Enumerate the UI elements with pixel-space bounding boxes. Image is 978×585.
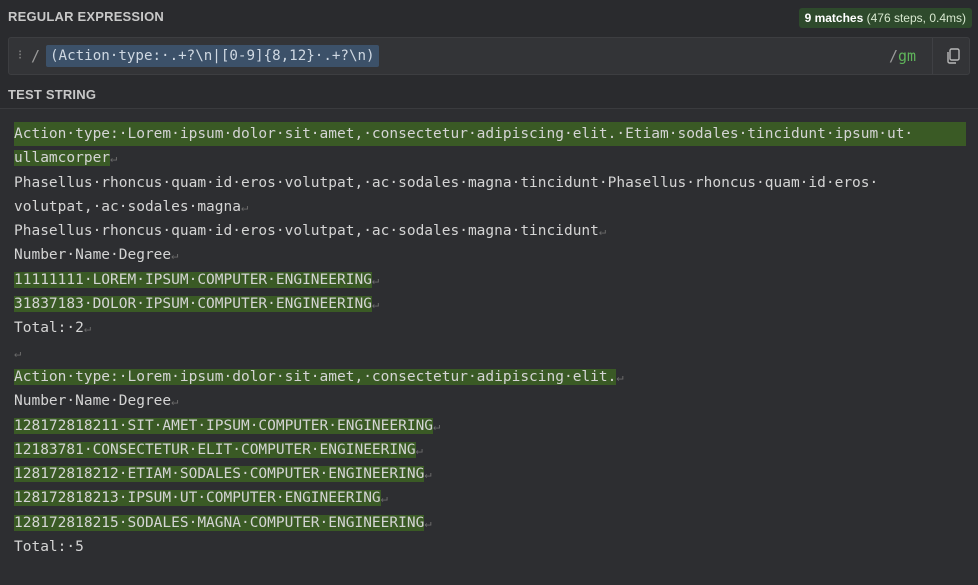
test-string-line: ullamcorper↵: [14, 146, 970, 170]
test-string-line: Total:·2↵: [14, 316, 970, 340]
regex-input-bar[interactable]: ⁝ / (Action·type:·.+?\n|[0-9]{8,12}·.+?\…: [8, 37, 970, 75]
test-string-line: Number·Name·Degree↵: [14, 389, 970, 413]
match-info-badge: 9 matches (476 steps, 0.4ms): [798, 8, 972, 28]
copy-icon[interactable]: [943, 46, 963, 66]
match-highlight: 12183781·CONSECTETUR·ELIT·COMPUTER·ENGIN…: [14, 441, 416, 458]
test-string-line: 128172818211·SIT·AMET·IPSUM·COMPUTER·ENG…: [14, 414, 970, 438]
regex-expression-input[interactable]: (Action·type:·.+?\n|[0-9]{8,12}·.+?\n): [46, 45, 379, 67]
match-count: 9 matches: [804, 11, 864, 25]
test-string-line: Phasellus·rhoncus·quam·id·eros·volutpat,…: [14, 171, 970, 195]
line-text: Total:·5: [14, 539, 84, 556]
test-string-line: volutpat,·ac·sodales·magna↵: [14, 195, 970, 219]
match-highlight: 31837183·DOLOR·IPSUM·COMPUTER·ENGINEERIN…: [14, 296, 372, 313]
test-string-lines: Action·type:·Lorem·ipsum·dolor·sit·amet,…: [14, 122, 970, 559]
test-string-line: 128172818213·IPSUM·UT·COMPUTER·ENGINEERI…: [14, 486, 970, 510]
match-highlight: 128172818213·IPSUM·UT·COMPUTER·ENGINEERI…: [14, 490, 381, 507]
line-break-icon: ↵: [380, 491, 388, 506]
test-string-editor[interactable]: Action·type:·Lorem·ipsum·dolor·sit·amet,…: [0, 108, 978, 585]
match-details: (476 steps, 0.4ms): [866, 11, 966, 25]
test-string-section-label: TEST STRING: [8, 87, 97, 102]
regex-delimiter-close: /: [889, 47, 899, 65]
line-break-icon: ↵: [415, 442, 423, 457]
test-string-line: 128172818215·SODALES·MAGNA·COMPUTER·ENGI…: [14, 511, 970, 535]
line-break-icon: ↵: [371, 272, 380, 287]
drag-handle-icon[interactable]: ⁝: [18, 48, 22, 63]
regex-bar-divider: [932, 38, 933, 74]
line-break-icon: ↵: [424, 515, 432, 530]
test-string-line: Phasellus·rhoncus·quam·id·eros·volutpat,…: [14, 219, 970, 243]
line-break-icon: ↵: [110, 151, 118, 166]
line-break-icon: ↵: [83, 321, 92, 336]
test-string-line: Number·Name·Degree↵: [14, 243, 970, 267]
match-highlight: 11111111·LOREM·IPSUM·COMPUTER·ENGINEERIN…: [14, 271, 372, 288]
line-break-icon: ↵: [240, 199, 249, 214]
line-break-icon: ↵: [424, 467, 432, 482]
line-text: Number·Name·Degree: [14, 393, 172, 410]
line-break-icon: ↵: [433, 418, 441, 433]
match-highlight: Action·type:·Lorem·ipsum·dolor·sit·amet,…: [14, 122, 966, 147]
line-break-icon: ↵: [371, 297, 380, 312]
match-highlight: 128172818212·ETIAM·SODALES·COMPUTER·ENGI…: [14, 466, 425, 483]
test-string-line: Action·type:·Lorem·ipsum·dolor·sit·amet,…: [14, 365, 970, 389]
test-string-line: ↵: [14, 341, 970, 365]
line-text: Phasellus·rhoncus·quam·id·eros·volutpat,…: [14, 223, 599, 240]
test-string-line: 31837183·DOLOR·IPSUM·COMPUTER·ENGINEERIN…: [14, 292, 970, 316]
line-break-icon: ↵: [598, 224, 607, 239]
test-string-line: 11111111·LOREM·IPSUM·COMPUTER·ENGINEERIN…: [14, 268, 970, 292]
match-highlight: 128172818215·SODALES·MAGNA·COMPUTER·ENGI…: [14, 514, 425, 531]
match-highlight: ullamcorper: [14, 150, 111, 167]
test-string-line: 12183781·CONSECTETUR·ELIT·COMPUTER·ENGIN…: [14, 438, 970, 462]
line-text: Number·Name·Degree: [14, 247, 172, 264]
test-string-line: Total:·5: [14, 535, 970, 559]
regex-section-label: REGULAR EXPRESSION: [8, 9, 165, 24]
match-highlight: Action·type:·Lorem·ipsum·dolor·sit·amet,…: [14, 368, 617, 385]
line-text: Phasellus·rhoncus·quam·id·eros·volutpat,…: [14, 174, 879, 191]
regex-delimiter-open: /: [31, 47, 41, 65]
line-break-icon: ↵: [616, 369, 624, 384]
regex-flags-value[interactable]: gm: [898, 47, 916, 65]
line-break-icon: ↵: [171, 248, 179, 263]
test-string-line: 128172818212·ETIAM·SODALES·COMPUTER·ENGI…: [14, 462, 970, 486]
line-text: Total:·2: [14, 320, 84, 337]
line-break-icon: ↵: [171, 394, 179, 409]
match-highlight: 128172818211·SIT·AMET·IPSUM·COMPUTER·ENG…: [14, 417, 434, 434]
line-break-icon: ↵: [14, 345, 22, 360]
test-string-line: Action·type:·Lorem·ipsum·dolor·sit·amet,…: [14, 122, 970, 147]
line-text: volutpat,·ac·sodales·magna: [14, 198, 241, 215]
regex-flags[interactable]: /gm: [889, 47, 916, 65]
